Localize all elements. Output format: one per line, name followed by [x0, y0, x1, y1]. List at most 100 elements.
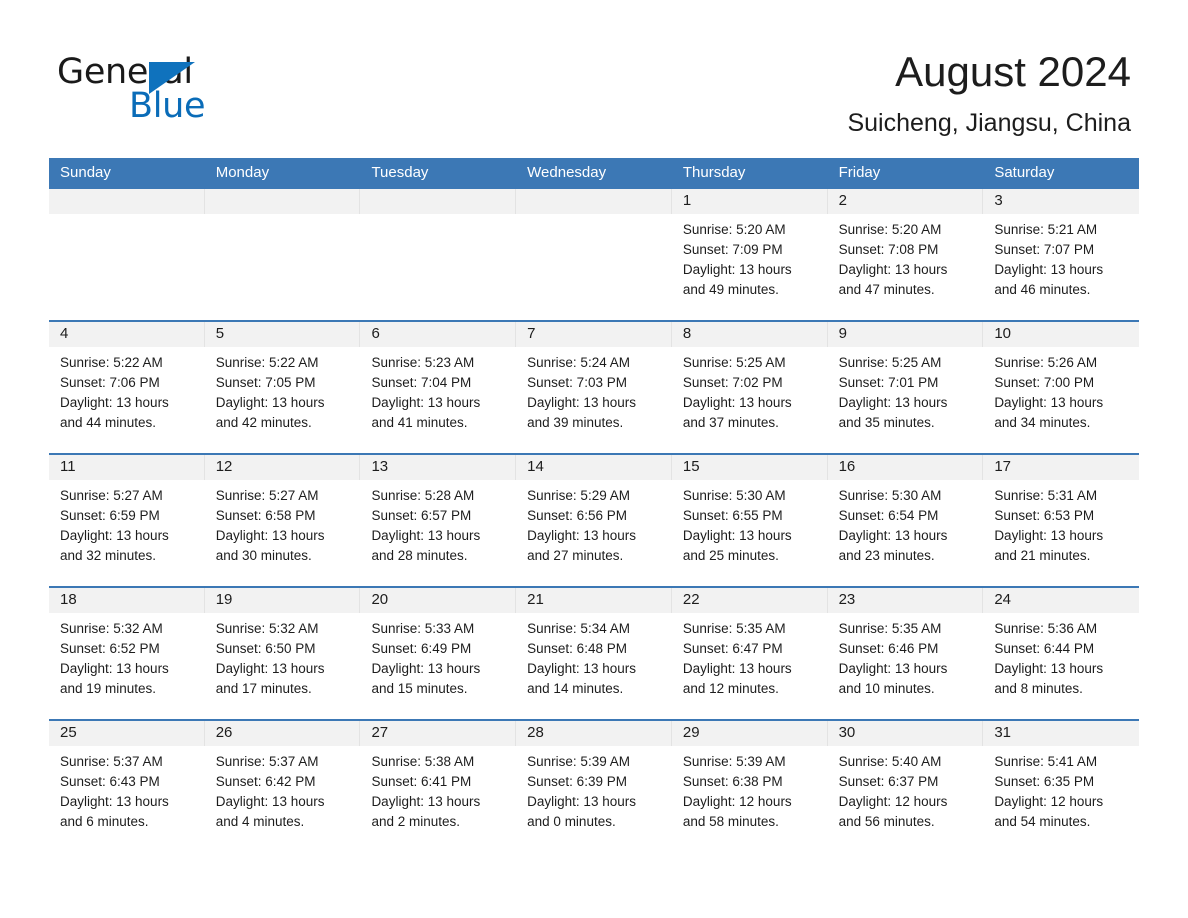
day-details: Sunrise: 5:21 AM Sunset: 7:07 PM Daylight:… [983, 214, 1139, 300]
calendar-day-cell[interactable]: 26 Sunrise: 5:37 AM Sunset: 6:42 PM Dayligh… [204, 721, 361, 852]
day-number: 4 [49, 322, 205, 347]
day-number: 19 [204, 588, 361, 613]
weekday-header-saturday: Saturday [994, 164, 1055, 181]
day-detail-line: Daylight: 13 hours [215, 661, 325, 676]
day-detail-line: and 44 minutes. [60, 415, 157, 430]
day-detail-line: Sunset: 6:46 PM [838, 641, 939, 656]
day-details [516, 214, 672, 220]
calendar-day-cell[interactable]: 13 Sunrise: 5:28 AM Sunset: 6:57 PM Dayligh… [360, 455, 517, 586]
day-number: 17 [983, 455, 1140, 480]
day-detail-line: Daylight: 13 hours [371, 661, 481, 676]
calendar-day-cell[interactable]: 27 Sunrise: 5:38 AM Sunset: 6:41 PM Dayligh… [360, 721, 517, 852]
calendar-day-cell[interactable]: 21 Sunrise: 5:34 AM Sunset: 6:48 PM Dayligh… [516, 588, 672, 719]
day-detail-line: Sunset: 6:57 PM [371, 508, 472, 523]
day-detail-line: Sunrise: 5:31 AM [994, 488, 1098, 503]
calendar-day-cell[interactable]: 29 Sunrise: 5:39 AM Sunset: 6:38 PM Dayligh… [671, 721, 828, 852]
day-details: Sunrise: 5:22 AM Sunset: 7:06 PM Daylight:… [49, 347, 205, 433]
day-details: Sunrise: 5:35 AM Sunset: 6:47 PM Daylight:… [672, 613, 828, 699]
calendar-day-cell[interactable]: 6 Sunrise: 5:23 AM Sunset: 7:04 PM Daylight… [360, 322, 517, 453]
calendar-day-cell[interactable]: 14 Sunrise: 5:29 AM Sunset: 6:56 PM Dayligh… [516, 455, 672, 586]
day-detail-line: Sunrise: 5:30 AM [838, 488, 942, 503]
calendar-day-cell[interactable]: 1 Sunrise: 5:20 AM Sunset: 7:09 PM Daylight… [671, 189, 828, 320]
calendar-day-cell[interactable]: 28 Sunrise: 5:39 AM Sunset: 6:39 PM Dayligh… [516, 721, 672, 852]
day-number: 14 [516, 455, 672, 480]
calendar-day-cell-empty [204, 189, 361, 320]
day-detail-line: and 0 minutes. [527, 814, 616, 829]
calendar-day-cell[interactable]: 10 Sunrise: 5:26 AM Sunset: 7:00 PM Dayligh… [983, 322, 1140, 453]
day-number [360, 189, 517, 214]
calendar-week-row: 1 Sunrise: 5:20 AM Sunset: 7:09 PM Daylight… [49, 187, 1140, 320]
day-detail-line: and 58 minutes. [682, 814, 779, 829]
day-detail-line: Sunrise: 5:34 AM [527, 621, 630, 636]
calendar-day-cell[interactable]: 25 Sunrise: 5:37 AM Sunset: 6:43 PM Dayligh… [49, 721, 205, 852]
weekday-header-row: Sunday Monday Tuesday Wednesday Thursday Frid… [49, 158, 1139, 187]
day-detail-line: Sunset: 6:59 PM [60, 508, 160, 523]
calendar-day-cell[interactable]: 20 Sunrise: 5:33 AM Sunset: 6:49 PM Dayligh… [360, 588, 517, 719]
day-details: Sunrise: 5:27 AM Sunset: 6:58 PM Daylight:… [205, 480, 361, 566]
day-detail-line: Sunrise: 5:32 AM [215, 621, 319, 636]
calendar-day-cell[interactable]: 3 Sunrise: 5:21 AM Sunset: 7:07 PM Daylight… [983, 189, 1140, 320]
calendar-day-cell[interactable]: 22 Sunrise: 5:35 AM Sunset: 6:47 PM Dayligh… [671, 588, 828, 719]
day-detail-line: and 37 minutes. [682, 415, 779, 430]
day-number [204, 189, 361, 214]
day-detail-line: Daylight: 13 hours [215, 528, 325, 543]
day-detail-line: and 8 minutes. [994, 681, 1083, 696]
day-detail-line: Daylight: 13 hours [682, 528, 792, 543]
calendar-day-cell[interactable]: 19 Sunrise: 5:32 AM Sunset: 6:50 PM Dayligh… [204, 588, 361, 719]
day-number: 8 [671, 322, 828, 347]
calendar-day-cell[interactable]: 16 Sunrise: 5:30 AM Sunset: 6:54 PM Dayligh… [827, 455, 984, 586]
day-detail-line: and 10 minutes. [838, 681, 935, 696]
calendar-day-cell[interactable]: 5 Sunrise: 5:22 AM Sunset: 7:05 PM Daylight… [204, 322, 361, 453]
day-number: 5 [204, 322, 361, 347]
day-detail-line: Sunrise: 5:29 AM [527, 488, 630, 503]
day-detail-line: Sunset: 6:56 PM [527, 508, 627, 523]
day-number: 9 [827, 322, 984, 347]
day-detail-line: Daylight: 13 hours [994, 262, 1104, 277]
day-detail-line: Sunset: 6:44 PM [994, 641, 1095, 656]
day-detail-line: and 14 minutes. [527, 681, 624, 696]
calendar-day-cell[interactable]: 2 Sunrise: 5:20 AM Sunset: 7:08 PM Daylight… [827, 189, 984, 320]
calendar-day-cell[interactable]: 17 Sunrise: 5:31 AM Sunset: 6:53 PM Dayligh… [983, 455, 1140, 586]
calendar-day-cell[interactable]: 4 Sunrise: 5:22 AM Sunset: 7:06 PM Daylight… [49, 322, 205, 453]
page-title: August 2024 [895, 48, 1131, 95]
calendar-day-cell[interactable]: 18 Sunrise: 5:32 AM Sunset: 6:52 PM Dayligh… [49, 588, 205, 719]
day-detail-line: Sunrise: 5:28 AM [371, 488, 475, 503]
day-detail-line: Daylight: 13 hours [60, 661, 169, 676]
day-number: 23 [827, 588, 984, 613]
day-detail-line: Sunrise: 5:25 AM [838, 355, 942, 370]
day-number: 31 [983, 721, 1140, 746]
day-number: 3 [983, 189, 1140, 214]
day-detail-line: Daylight: 13 hours [682, 395, 792, 410]
day-number: 20 [360, 588, 517, 613]
general-blue-logo[interactable]: General Blue [57, 52, 257, 126]
calendar-day-cell[interactable]: 23 Sunrise: 5:35 AM Sunset: 6:46 PM Dayligh… [827, 588, 984, 719]
weekday-header-monday: Monday [215, 164, 270, 181]
day-detail-line: and 15 minutes. [371, 681, 468, 696]
calendar-day-cell[interactable]: 30 Sunrise: 5:40 AM Sunset: 6:37 PM Dayligh… [827, 721, 984, 852]
day-detail-line: Sunrise: 5:39 AM [682, 754, 786, 769]
day-details: Sunrise: 5:33 AM Sunset: 6:49 PM Daylight:… [360, 613, 516, 699]
day-detail-line: and 41 minutes. [371, 415, 468, 430]
day-details: Sunrise: 5:20 AM Sunset: 7:09 PM Daylight:… [672, 214, 828, 300]
day-number: 24 [983, 588, 1140, 613]
calendar-day-cell[interactable]: 31 Sunrise: 5:41 AM Sunset: 6:35 PM Dayligh… [983, 721, 1140, 852]
calendar-day-cell[interactable]: 15 Sunrise: 5:30 AM Sunset: 6:55 PM Dayligh… [671, 455, 828, 586]
calendar-day-cell[interactable]: 12 Sunrise: 5:27 AM Sunset: 6:58 PM Dayligh… [204, 455, 361, 586]
calendar-day-cell[interactable]: 9 Sunrise: 5:25 AM Sunset: 7:01 PM Daylight… [827, 322, 984, 453]
day-details: Sunrise: 5:36 AM Sunset: 6:44 PM Daylight:… [983, 613, 1139, 699]
day-details: Sunrise: 5:38 AM Sunset: 6:41 PM Daylight:… [360, 746, 516, 832]
day-details: Sunrise: 5:23 AM Sunset: 7:04 PM Daylight:… [360, 347, 516, 433]
day-detail-line: and 17 minutes. [215, 681, 312, 696]
calendar-day-cell[interactable]: 8 Sunrise: 5:25 AM Sunset: 7:02 PM Daylight… [671, 322, 828, 453]
day-detail-line: Daylight: 13 hours [994, 528, 1104, 543]
weekday-header-tuesday: Tuesday [371, 164, 429, 181]
day-detail-line: Sunrise: 5:37 AM [60, 754, 163, 769]
day-detail-line: and 49 minutes. [682, 282, 779, 297]
calendar-day-cell[interactable]: 7 Sunrise: 5:24 AM Sunset: 7:03 PM Daylight… [516, 322, 672, 453]
calendar-day-cell[interactable]: 24 Sunrise: 5:36 AM Sunset: 6:44 PM Dayligh… [983, 588, 1140, 719]
day-number: 12 [204, 455, 361, 480]
day-detail-line: Sunset: 7:07 PM [994, 242, 1095, 257]
day-detail-line: Sunrise: 5:20 AM [838, 222, 942, 237]
day-details: Sunrise: 5:34 AM Sunset: 6:48 PM Daylight:… [516, 613, 672, 699]
calendar-day-cell[interactable]: 11 Sunrise: 5:27 AM Sunset: 6:59 PM Dayligh… [49, 455, 205, 586]
